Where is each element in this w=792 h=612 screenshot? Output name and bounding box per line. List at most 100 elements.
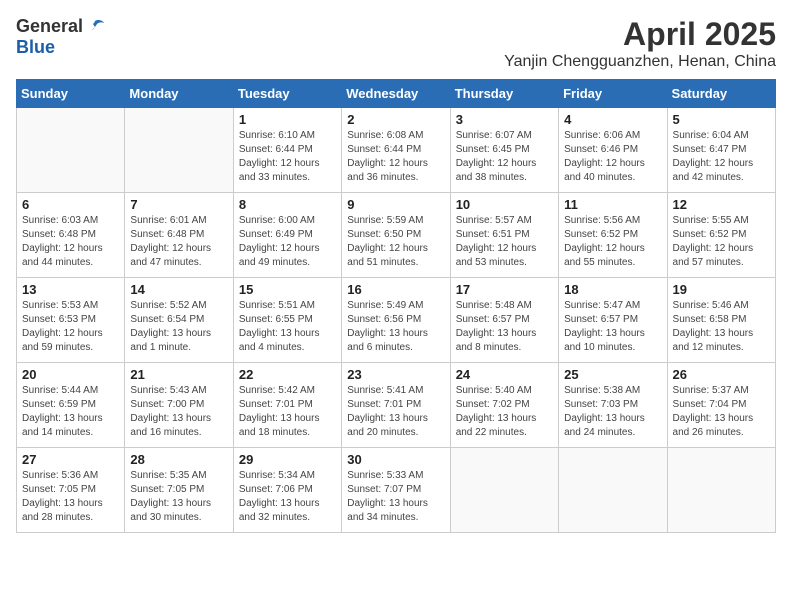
day-cell-2-2: 15Sunrise: 5:51 AMSunset: 6:55 PMDayligh…: [233, 278, 341, 363]
day-info: Sunrise: 5:38 AMSunset: 7:03 PMDaylight:…: [564, 384, 661, 440]
day-number: 23: [347, 367, 444, 382]
day-number: 18: [564, 282, 661, 297]
day-number: 29: [239, 452, 336, 467]
day-number: 11: [564, 197, 661, 212]
day-cell-4-3: 30 Sunrise: 5:33 AMSunset: 7:07 PMDayligh…: [342, 448, 450, 533]
week-row-5: 27 Sunrise: 5:36 AMSunset: 7:05 PMDayligh…: [17, 448, 776, 533]
week-row-4: 20 Sunrise: 5:44 AMSunset: 6:59 PMDayligh…: [17, 363, 776, 448]
day-info: Sunrise: 6:01 AMSunset: 6:48 PMDaylight:…: [130, 214, 227, 270]
col-tuesday: Tuesday: [233, 80, 341, 108]
day-cell-1-4: 10Sunrise: 5:57 AMSunset: 6:51 PMDayligh…: [450, 193, 558, 278]
day-info: Sunrise: 5:59 AMSunset: 6:50 PMDaylight:…: [347, 214, 444, 270]
day-info: Sunrise: 5:33 AMSunset: 7:07 PMDaylight:…: [347, 469, 444, 525]
day-cell-1-3: 9 Sunrise: 5:59 AMSunset: 6:50 PMDaylight…: [342, 193, 450, 278]
day-cell-3-0: 20 Sunrise: 5:44 AMSunset: 6:59 PMDayligh…: [17, 363, 125, 448]
day-number: 20: [22, 367, 119, 382]
day-info: Sunrise: 5:44 AMSunset: 6:59 PMDaylight:…: [22, 384, 119, 440]
day-cell-4-0: 27 Sunrise: 5:36 AMSunset: 7:05 PMDayligh…: [17, 448, 125, 533]
day-info: Sunrise: 6:07 AMSunset: 6:45 PMDaylight:…: [456, 129, 553, 185]
logo: General Blue: [16, 16, 105, 58]
day-number: 19: [673, 282, 770, 297]
logo-general-text: General: [16, 16, 83, 37]
col-saturday: Saturday: [667, 80, 775, 108]
col-sunday: Sunday: [17, 80, 125, 108]
week-row-3: 13 Sunrise: 5:53 AMSunset: 6:53 PMDayligh…: [17, 278, 776, 363]
day-number: 7: [130, 197, 227, 212]
day-number: 30: [347, 452, 444, 467]
day-cell-0-3: 2 Sunrise: 6:08 AMSunset: 6:44 PMDaylight…: [342, 108, 450, 193]
day-cell-2-5: 18Sunrise: 5:47 AMSunset: 6:57 PMDayligh…: [559, 278, 667, 363]
day-cell-2-1: 14 Sunrise: 5:52 AMSunset: 6:54 PMDayligh…: [125, 278, 233, 363]
location-subtitle: Yanjin Chengguanzhen, Henan, China: [504, 53, 776, 71]
day-info: Sunrise: 5:40 AMSunset: 7:02 PMDaylight:…: [456, 384, 553, 440]
day-cell-1-5: 11 Sunrise: 5:56 AMSunset: 6:52 PMDayligh…: [559, 193, 667, 278]
day-cell-2-4: 17 Sunrise: 5:48 AMSunset: 6:57 PMDayligh…: [450, 278, 558, 363]
title-block: April 2025 Yanjin Chengguanzhen, Henan, …: [504, 16, 776, 71]
day-info: Sunrise: 5:42 AMSunset: 7:01 PMDaylight:…: [239, 384, 336, 440]
col-thursday: Thursday: [450, 80, 558, 108]
week-row-1: 1 Sunrise: 6:10 AMSunset: 6:44 PMDaylight…: [17, 108, 776, 193]
day-info: Sunrise: 6:04 AMSunset: 6:47 PMDaylight:…: [673, 129, 770, 185]
day-cell-3-6: 26 Sunrise: 5:37 AMSunset: 7:04 PMDayligh…: [667, 363, 775, 448]
day-number: 4: [564, 112, 661, 127]
day-cell-4-4: [450, 448, 558, 533]
day-cell-1-6: 12 Sunrise: 5:55 AMSunset: 6:52 PMDayligh…: [667, 193, 775, 278]
day-info: Sunrise: 5:57 AMSunset: 6:51 PMDaylight:…: [456, 214, 553, 270]
day-cell-0-2: 1 Sunrise: 6:10 AMSunset: 6:44 PMDaylight…: [233, 108, 341, 193]
day-cell-3-5: 25Sunrise: 5:38 AMSunset: 7:03 PMDayligh…: [559, 363, 667, 448]
day-number: 9: [347, 197, 444, 212]
day-cell-3-3: 23 Sunrise: 5:41 AMSunset: 7:01 PMDayligh…: [342, 363, 450, 448]
day-cell-2-0: 13 Sunrise: 5:53 AMSunset: 6:53 PMDayligh…: [17, 278, 125, 363]
day-number: 8: [239, 197, 336, 212]
day-info: Sunrise: 5:37 AMSunset: 7:04 PMDaylight:…: [673, 384, 770, 440]
day-number: 12: [673, 197, 770, 212]
day-number: 1: [239, 112, 336, 127]
day-number: 22: [239, 367, 336, 382]
page-header: General Blue April 2025 Yanjin Chengguan…: [16, 16, 776, 71]
day-info: Sunrise: 5:41 AMSunset: 7:01 PMDaylight:…: [347, 384, 444, 440]
day-number: 26: [673, 367, 770, 382]
day-number: 2: [347, 112, 444, 127]
day-cell-0-6: 5Sunrise: 6:04 AMSunset: 6:47 PMDaylight…: [667, 108, 775, 193]
day-info: Sunrise: 5:49 AMSunset: 6:56 PMDaylight:…: [347, 299, 444, 355]
day-info: Sunrise: 5:35 AMSunset: 7:05 PMDaylight:…: [130, 469, 227, 525]
calendar-header-row: Sunday Monday Tuesday Wednesday Thursday…: [17, 80, 776, 108]
day-cell-1-1: 7 Sunrise: 6:01 AMSunset: 6:48 PMDaylight…: [125, 193, 233, 278]
day-cell-4-1: 28 Sunrise: 5:35 AMSunset: 7:05 PMDayligh…: [125, 448, 233, 533]
day-number: 28: [130, 452, 227, 467]
day-number: 6: [22, 197, 119, 212]
day-cell-0-5: 4 Sunrise: 6:06 AMSunset: 6:46 PMDaylight…: [559, 108, 667, 193]
col-monday: Monday: [125, 80, 233, 108]
day-cell-0-4: 3 Sunrise: 6:07 AMSunset: 6:45 PMDaylight…: [450, 108, 558, 193]
day-info: Sunrise: 5:56 AMSunset: 6:52 PMDaylight:…: [564, 214, 661, 270]
day-info: Sunrise: 6:10 AMSunset: 6:44 PMDaylight:…: [239, 129, 336, 185]
day-number: 13: [22, 282, 119, 297]
day-number: 14: [130, 282, 227, 297]
col-friday: Friday: [559, 80, 667, 108]
calendar-table: Sunday Monday Tuesday Wednesday Thursday…: [16, 79, 776, 533]
day-number: 17: [456, 282, 553, 297]
day-cell-2-6: 19Sunrise: 5:46 AMSunset: 6:58 PMDayligh…: [667, 278, 775, 363]
logo-bird-icon: [85, 17, 105, 37]
day-number: 27: [22, 452, 119, 467]
day-info: Sunrise: 6:00 AMSunset: 6:49 PMDaylight:…: [239, 214, 336, 270]
month-title: April 2025: [504, 16, 776, 53]
day-info: Sunrise: 6:08 AMSunset: 6:44 PMDaylight:…: [347, 129, 444, 185]
col-wednesday: Wednesday: [342, 80, 450, 108]
day-cell-0-1: [125, 108, 233, 193]
day-info: Sunrise: 5:53 AMSunset: 6:53 PMDaylight:…: [22, 299, 119, 355]
day-info: Sunrise: 5:34 AMSunset: 7:06 PMDaylight:…: [239, 469, 336, 525]
day-number: 15: [239, 282, 336, 297]
day-info: Sunrise: 5:55 AMSunset: 6:52 PMDaylight:…: [673, 214, 770, 270]
day-info: Sunrise: 5:36 AMSunset: 7:05 PMDaylight:…: [22, 469, 119, 525]
day-cell-4-5: [559, 448, 667, 533]
day-info: Sunrise: 5:48 AMSunset: 6:57 PMDaylight:…: [456, 299, 553, 355]
day-cell-3-2: 22 Sunrise: 5:42 AMSunset: 7:01 PMDayligh…: [233, 363, 341, 448]
day-cell-4-6: [667, 448, 775, 533]
day-info: Sunrise: 5:43 AMSunset: 7:00 PMDaylight:…: [130, 384, 227, 440]
day-cell-1-0: 6Sunrise: 6:03 AMSunset: 6:48 PMDaylight…: [17, 193, 125, 278]
day-number: 24: [456, 367, 553, 382]
day-info: Sunrise: 6:06 AMSunset: 6:46 PMDaylight:…: [564, 129, 661, 185]
day-number: 3: [456, 112, 553, 127]
day-info: Sunrise: 5:52 AMSunset: 6:54 PMDaylight:…: [130, 299, 227, 355]
